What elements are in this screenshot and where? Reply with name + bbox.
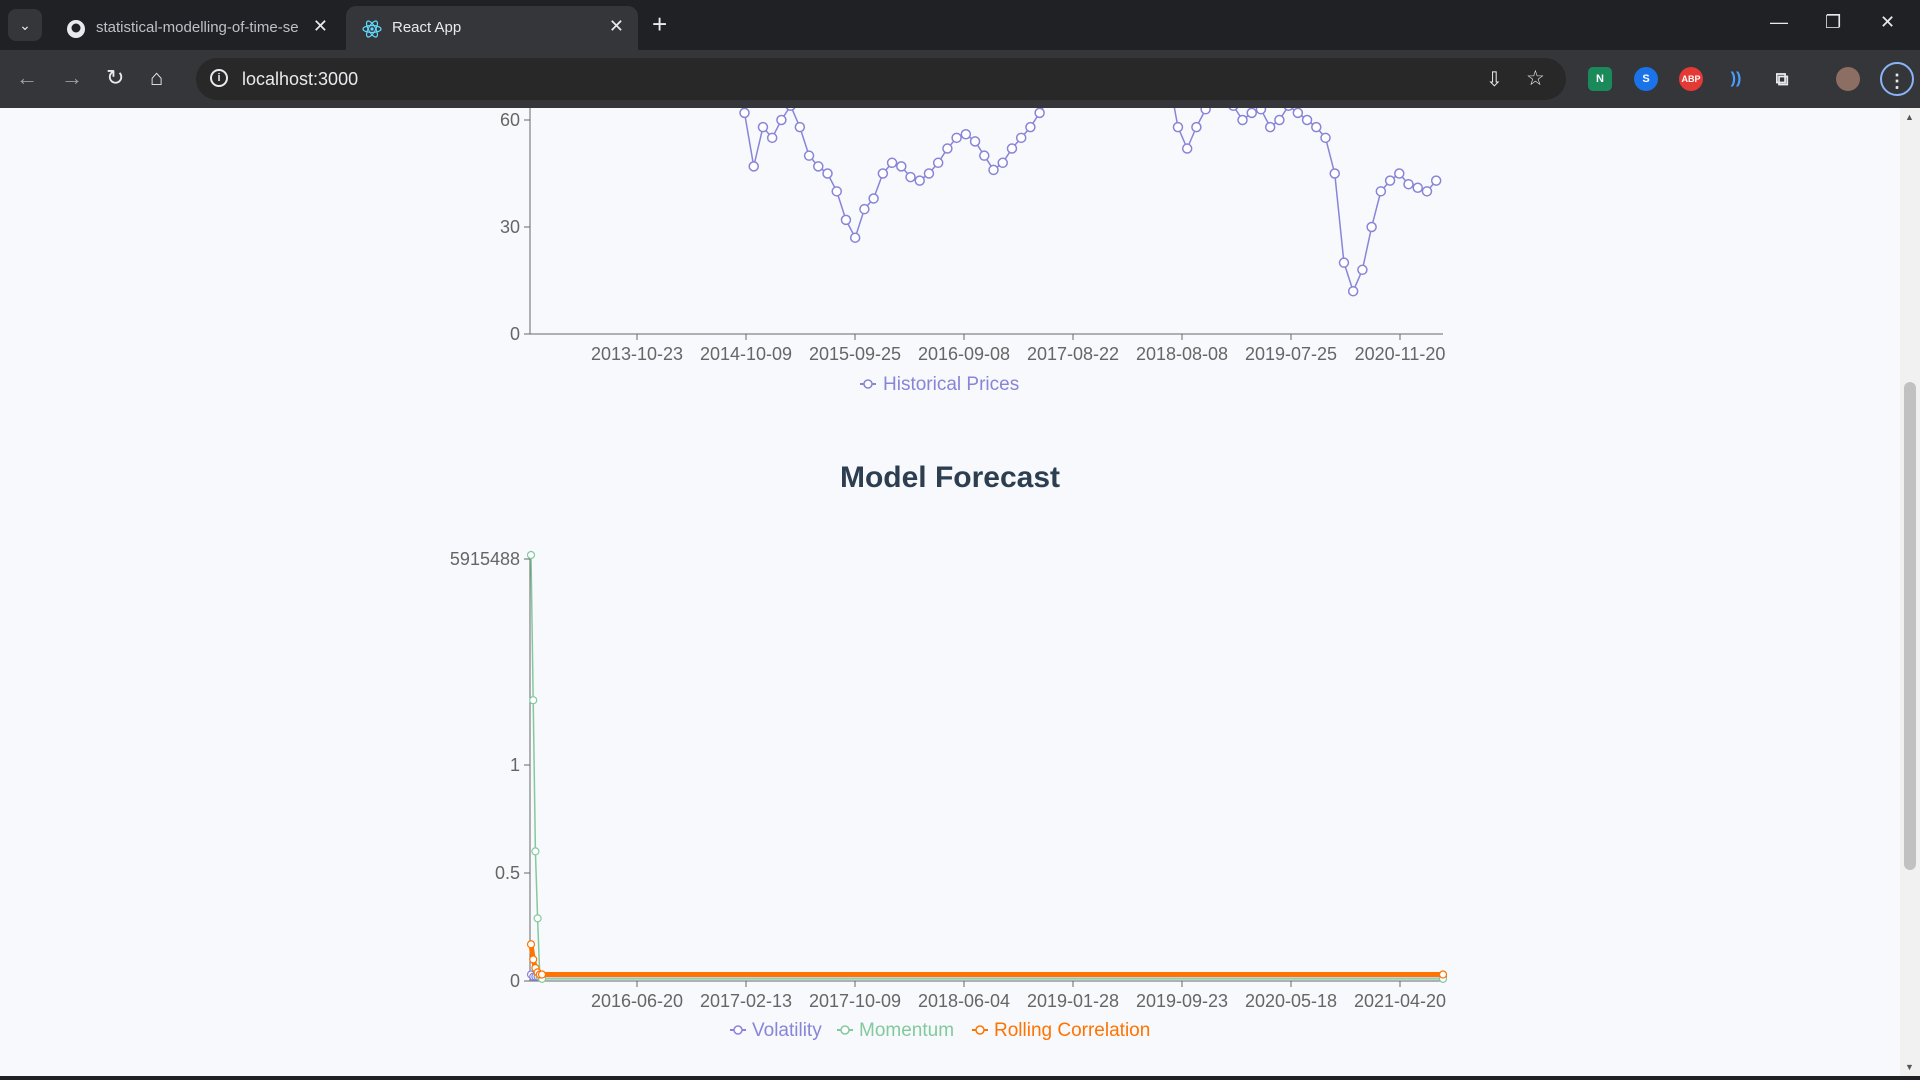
back-icon[interactable]: ← [16, 65, 38, 91]
reload-icon[interactable]: ↻ [106, 65, 124, 91]
react-icon [362, 20, 382, 38]
y-tick-label: 1 [510, 755, 520, 775]
x-tick-label: 2019-01-28 [1027, 991, 1119, 1011]
install-app-icon[interactable]: ⇩ [1486, 67, 1503, 92]
browser-toolbar: ← → ↻ ⌂ i localhost:3000 ⇩ ☆ N S ABP )) … [0, 50, 1920, 108]
legend-marker [975, 1025, 985, 1035]
x-tick-label: 2021-04-20 [1354, 991, 1446, 1011]
page-scrollbar[interactable]: ▲ ▼ [1900, 108, 1920, 1076]
legend-marker [840, 1025, 850, 1035]
tab-strip: ⌄ statistical-modelling-of-time-se ✕ Rea… [0, 0, 1920, 50]
adblock-icon[interactable]: ABP [1679, 67, 1703, 91]
minimize-icon[interactable]: — [1770, 12, 1788, 33]
page-content: 0 30 60 2013-10-23 2014-10-09 2015-09-25 2016-… [0, 108, 1900, 1076]
restore-icon[interactable]: ❐ [1825, 12, 1841, 33]
scroll-down-icon[interactable]: ▼ [1905, 1062, 1914, 1072]
legend-marker [733, 1025, 743, 1035]
data-point [1438, 970, 1448, 979]
y-tick-label: 5915488 [450, 549, 520, 569]
y-tick-label: 0 [510, 971, 520, 991]
scroll-up-icon[interactable]: ▲ [1905, 112, 1914, 122]
forward-icon[interactable]: → [61, 65, 83, 91]
wave-extension-icon[interactable]: )) [1724, 67, 1748, 91]
extensions-puzzle-icon[interactable]: ⧉ [1770, 67, 1794, 91]
legend-rolling-correlation: Rolling Correlation [994, 1020, 1150, 1041]
url-text: localhost:3000 [242, 69, 359, 89]
address-bar[interactable]: i localhost:3000 ⇩ ☆ [196, 58, 1566, 100]
y-tick-label: 0.5 [495, 863, 520, 883]
legend-volatility: Volatility [752, 1020, 822, 1041]
tab-title: statistical-modelling-of-time-se [96, 19, 299, 36]
menu-kebab-icon[interactable]: ⋮ [1880, 62, 1914, 96]
legend-momentum: Momentum [859, 1020, 954, 1041]
close-tab-icon[interactable]: ✕ [313, 16, 328, 37]
series-line-rolling-correlation [528, 943, 1443, 978]
x-tick-label: 2019-09-23 [1136, 991, 1228, 1011]
bookmark-star-icon[interactable]: ☆ [1526, 66, 1545, 91]
shazam-icon[interactable]: S [1634, 67, 1658, 91]
data-point [526, 550, 536, 560]
data-point [531, 847, 540, 856]
data-point [529, 696, 538, 705]
data-point [529, 955, 538, 964]
tab-search-button[interactable]: ⌄ [8, 9, 42, 41]
close-window-icon[interactable]: ✕ [1880, 12, 1895, 33]
model-forecast-chart: 0 0.5 1 5915488 2016-06-20 2017-02-13 2017-10-… [450, 549, 1448, 1041]
new-tab-button[interactable]: + [652, 11, 667, 37]
scrollbar-thumb[interactable] [1904, 382, 1916, 870]
series-line-momentum [530, 554, 1443, 980]
data-point [537, 970, 547, 979]
close-tab-icon[interactable]: ✕ [609, 16, 624, 37]
x-tick-label: 2017-02-13 [700, 991, 792, 1011]
github-icon [67, 20, 85, 38]
data-point [526, 940, 536, 949]
profile-avatar[interactable] [1836, 67, 1860, 91]
x-tick-label: 2018-06-04 [918, 991, 1010, 1011]
tab-title: React App [392, 19, 462, 36]
window-bottom-edge [0, 1076, 1920, 1080]
x-tick-label: 2017-10-09 [809, 991, 901, 1011]
x-tick-label: 2016-06-20 [591, 991, 683, 1011]
extension-n-icon[interactable]: N [1588, 67, 1612, 91]
x-tick-label: 2020-05-18 [1245, 991, 1337, 1011]
tab-react-app[interactable]: React App ✕ [346, 6, 638, 50]
tab-github[interactable]: statistical-modelling-of-time-se ✕ [50, 6, 342, 50]
home-icon[interactable]: ⌂ [150, 65, 163, 91]
site-info-icon[interactable]: i [210, 69, 228, 87]
data-point [533, 914, 542, 923]
